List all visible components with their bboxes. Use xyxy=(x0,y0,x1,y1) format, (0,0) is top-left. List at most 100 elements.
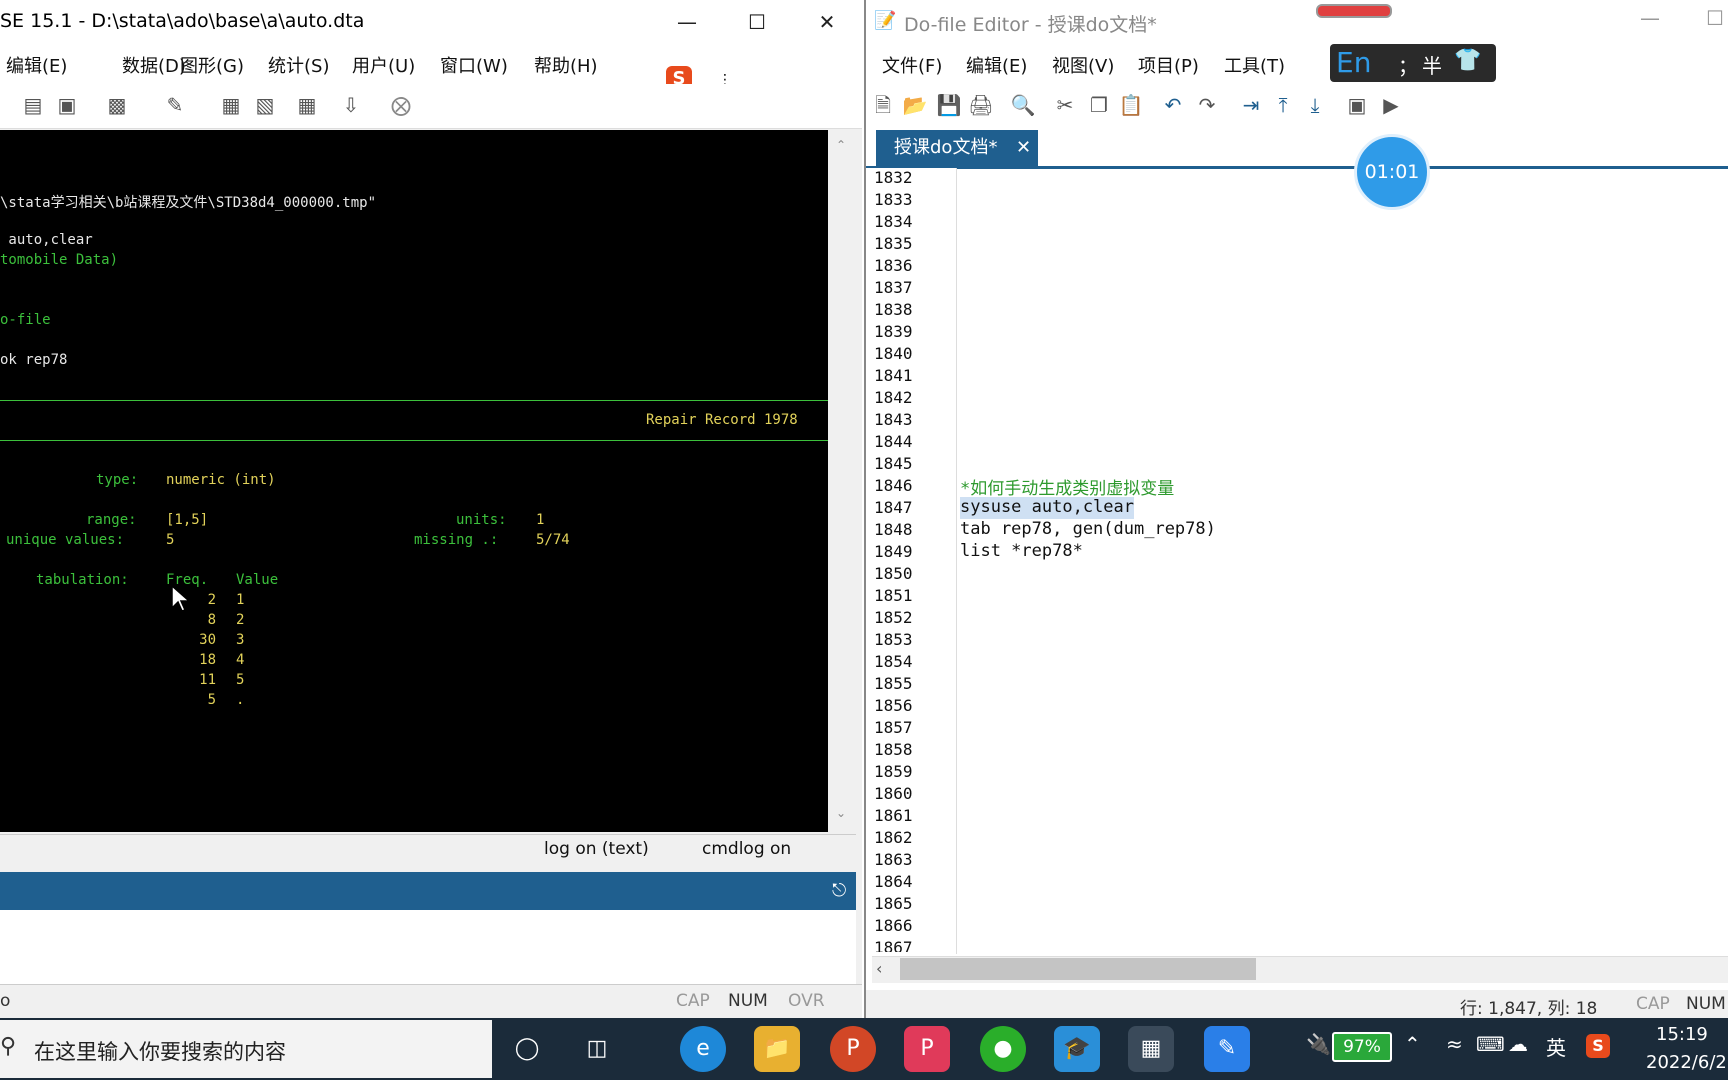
result-dofile-line: o-file xyxy=(0,312,51,328)
menu-edit[interactable]: 编辑(E) xyxy=(6,52,67,78)
line-number: 1848 xyxy=(874,520,913,539)
code-comment: *如何手动生成类别虚拟变量 xyxy=(960,479,1175,499)
line-number: 1834 xyxy=(874,212,913,231)
range-value: [1,5] xyxy=(166,512,209,528)
notes-app-icon[interactable]: ✎ xyxy=(1204,1026,1250,1072)
results-pane: \stata学习相关\b站课程及文件\STD38d4_000000.tmp" a… xyxy=(0,130,828,832)
line-number: 1851 xyxy=(874,586,913,605)
viewer-icon[interactable]: ▣ xyxy=(54,92,80,118)
result-command: auto,clear xyxy=(0,232,93,248)
line-number: 1839 xyxy=(874,322,913,341)
data-editor-icon[interactable]: ▦ xyxy=(218,92,244,118)
menu-graphics[interactable]: 图形(G) xyxy=(180,52,244,78)
cmdlog-status: cmdlog on xyxy=(702,839,792,859)
ovr-indicator: OVR xyxy=(788,991,825,1011)
scroll-up-icon[interactable]: ⌃ xyxy=(836,138,846,152)
line-number: 1862 xyxy=(874,828,913,847)
range-label: range: xyxy=(86,512,137,528)
line-number: 1859 xyxy=(874,762,913,781)
menu-file[interactable]: 文件(F) xyxy=(882,52,942,78)
cap-indicator: CAP xyxy=(676,991,710,1011)
line-number: 1850 xyxy=(874,564,913,583)
tab-value: 3 xyxy=(236,632,245,648)
code-line-selected: sysuse auto,clear xyxy=(960,497,1134,519)
clock-time[interactable]: 15:19 xyxy=(1656,1024,1708,1045)
log-icon[interactable]: ▤ xyxy=(20,92,46,118)
menu-data[interactable]: 数据(D) xyxy=(122,52,186,78)
unique-value: 5 xyxy=(166,532,175,548)
tab-freq: 5 xyxy=(207,692,216,708)
line-number: 1846 xyxy=(874,476,913,495)
working-dir: o xyxy=(0,991,11,1011)
task-view-icon[interactable]: ◫ xyxy=(574,1026,620,1072)
units-value: 1 xyxy=(536,512,545,528)
ime-language[interactable]: 英 xyxy=(1546,1032,1566,1061)
taskbar-search[interactable]: ⚲ 在这里输入你要搜索的内容 xyxy=(0,1020,492,1078)
dofile-statusbar: 行: 1,847, 列: 18 CAP NUM xyxy=(866,990,1728,1019)
result-path-line: \stata学习相关\b站课程及文件\STD38d4_000000.tmp" xyxy=(0,195,377,211)
powerpoint-icon[interactable]: P xyxy=(830,1026,876,1072)
line-number: 1835 xyxy=(874,234,913,253)
scroll-left-icon[interactable]: ‹ xyxy=(876,959,882,978)
dofile-icon: 📝 xyxy=(874,10,897,31)
minimize-button[interactable]: — xyxy=(652,0,722,44)
line-number: 1840 xyxy=(874,344,913,363)
menu-window[interactable]: 窗口(W) xyxy=(440,52,508,78)
new-file-icon[interactable]: 🗎 xyxy=(870,92,896,118)
scroll-down-icon[interactable]: ⌄ xyxy=(836,806,846,820)
power-plug-icon[interactable]: 🔌 xyxy=(1306,1032,1331,1056)
line-number: 1864 xyxy=(874,872,913,891)
line-number: 1832 xyxy=(874,168,913,187)
maximize-button[interactable]: ☐ xyxy=(722,0,792,44)
tab-value: 2 xyxy=(236,612,245,628)
learning-app-icon[interactable]: 🎓 xyxy=(1054,1026,1100,1072)
line-number: 1853 xyxy=(874,630,913,649)
stata-taskbar-icon[interactable]: ▦ xyxy=(1128,1026,1174,1072)
wifi-icon[interactable]: ≈ xyxy=(1446,1032,1463,1056)
pdf-reader-icon[interactable]: P xyxy=(904,1026,950,1072)
chevron-up-icon[interactable]: ⌃ xyxy=(1404,1032,1421,1056)
close-button[interactable]: ✕ xyxy=(792,0,862,44)
battery-indicator[interactable]: 97% xyxy=(1332,1032,1392,1062)
menu-statistics[interactable]: 统计(S) xyxy=(268,52,329,78)
do-file-editor-icon[interactable]: ✎ xyxy=(162,92,188,118)
variables-manager-icon[interactable]: ▦ xyxy=(294,92,320,118)
edge-icon[interactable]: e xyxy=(680,1026,726,1072)
num-indicator: NUM xyxy=(1686,994,1726,1014)
results-scrollbar[interactable]: ⌃ ⌄ xyxy=(828,130,854,832)
line-number: 1858 xyxy=(874,740,913,759)
num-indicator: NUM xyxy=(728,991,768,1011)
more-icon[interactable]: ⇩ xyxy=(338,92,364,118)
break-icon[interactable]: ⨂ xyxy=(388,92,414,118)
line-number: 1856 xyxy=(874,696,913,715)
graph-icon[interactable]: ▩ xyxy=(104,92,130,118)
line-number: 1841 xyxy=(874,366,913,385)
tab-value: . xyxy=(236,692,245,708)
wechat-icon[interactable]: ● xyxy=(980,1026,1026,1072)
stata-statusbar: o CAP NUM OVR xyxy=(0,984,862,1019)
tabulation-label: tabulation: xyxy=(36,572,129,588)
command-input[interactable] xyxy=(0,910,856,984)
missing-label: missing .: xyxy=(414,532,499,548)
line-number: 1865 xyxy=(874,894,913,913)
code-line: list *rep78* xyxy=(960,541,1083,561)
clock-date[interactable]: 2022/6/2 xyxy=(1646,1052,1727,1073)
cortana-icon[interactable]: ◯ xyxy=(504,1026,550,1072)
pin-icon[interactable]: ⎋ xyxy=(832,880,846,901)
data-browser-icon[interactable]: ▧ xyxy=(252,92,278,118)
file-explorer-icon[interactable]: 📁 xyxy=(754,1026,800,1072)
tab-freq: 11 xyxy=(199,672,216,688)
open-file-icon[interactable]: 📂 xyxy=(902,92,928,118)
line-number: 1857 xyxy=(874,718,913,737)
search-placeholder: 在这里输入你要搜索的内容 xyxy=(34,1040,286,1064)
menu-help[interactable]: 帮助(H) xyxy=(534,52,598,78)
sogou-tray-icon[interactable]: S xyxy=(1586,1034,1610,1058)
scroll-thumb[interactable] xyxy=(900,958,1256,980)
keyboard-icon[interactable]: ⌨ xyxy=(1476,1032,1505,1056)
menu-user[interactable]: 用户(U) xyxy=(352,52,415,78)
cloud-icon[interactable]: ☁ xyxy=(1508,1032,1528,1056)
stata-window-title: SE 15.1 - D:\stata\ado\base\a\auto.dta xyxy=(0,10,365,32)
line-number: 1833 xyxy=(874,190,913,209)
units-label: units: xyxy=(456,512,507,528)
variable-label: Repair Record 1978 xyxy=(646,412,798,428)
